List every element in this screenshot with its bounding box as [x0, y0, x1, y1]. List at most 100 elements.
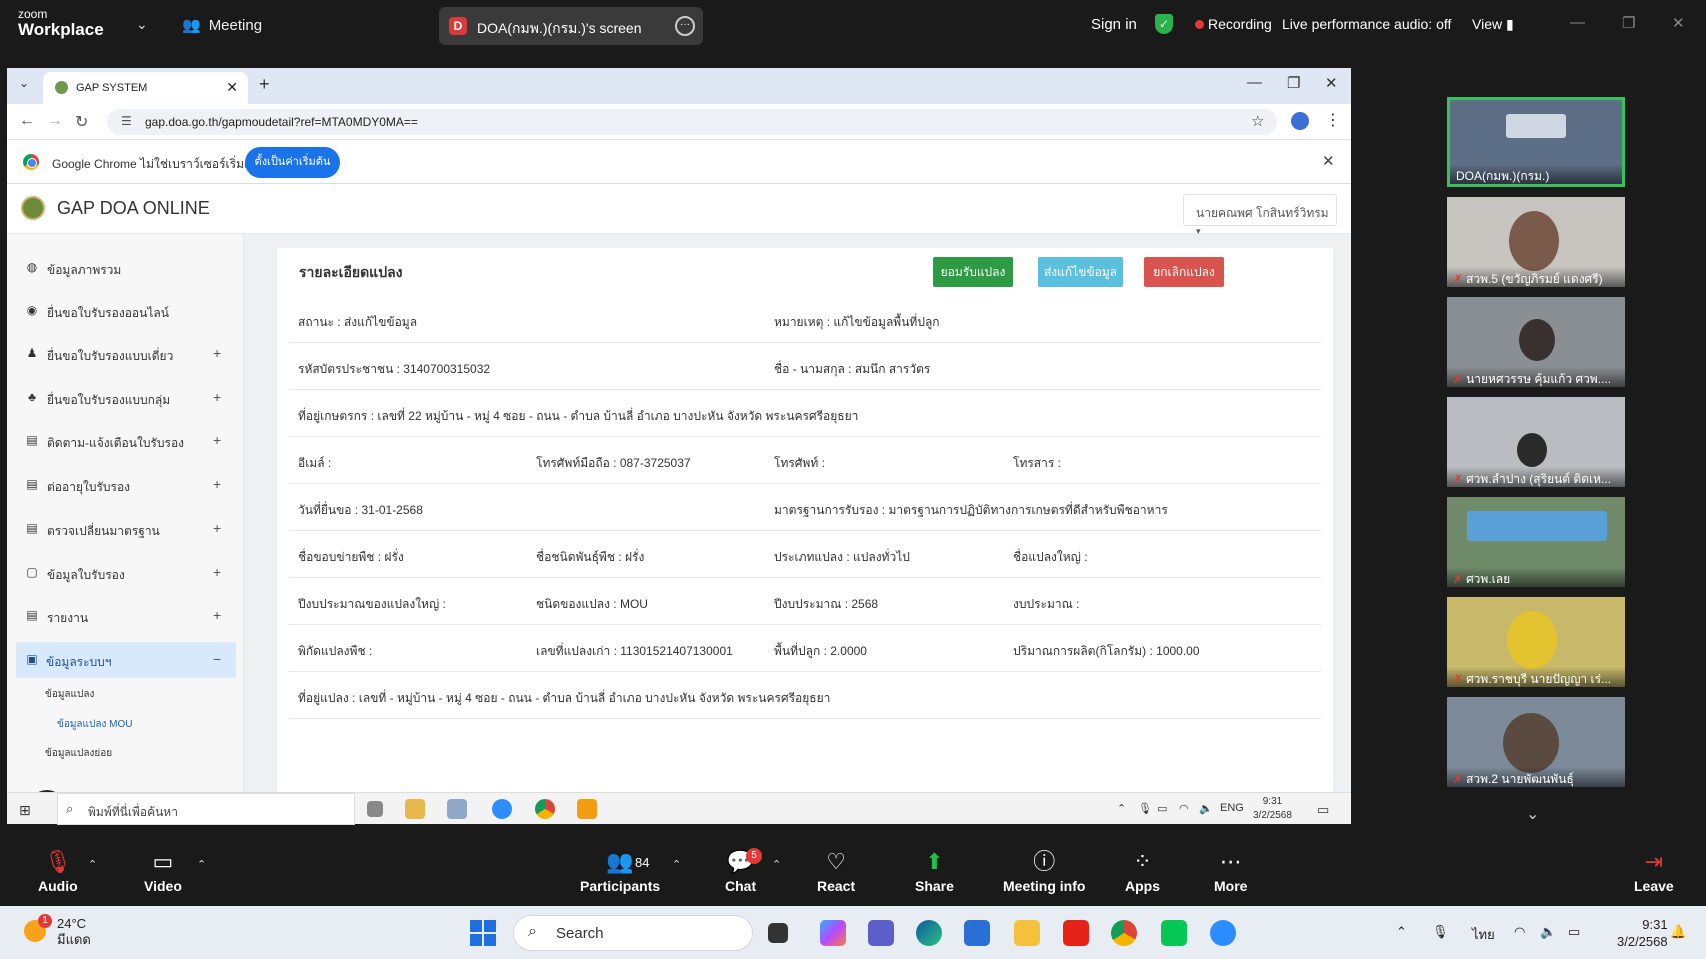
back-icon[interactable]: ← [19, 112, 35, 130]
set-default-button[interactable]: ตั้งเป็นค่าเริ่มต้น [245, 147, 340, 178]
tab-gap-system[interactable]: GAP SYSTEM ✕ [43, 72, 248, 104]
browser-minimize-icon[interactable]: — [1247, 74, 1262, 91]
browser-restore-icon[interactable]: ❐ [1287, 74, 1300, 92]
tab-close-icon[interactable]: ✕ [226, 79, 238, 96]
tray-language[interactable]: ไทย [1472, 924, 1495, 945]
browser-close-icon[interactable]: ✕ [1325, 74, 1338, 92]
sidebar-item-renew[interactable]: ▤ ต่ออายุใบรับรอง + [7, 467, 243, 503]
file-explorer-icon[interactable] [1014, 920, 1040, 946]
minimize-icon[interactable]: — [1570, 14, 1585, 31]
leave-button[interactable]: ⇥ Leave [1634, 848, 1674, 894]
close-icon[interactable]: ✕ [1672, 14, 1685, 32]
accept-plot-button[interactable]: ยอมรับแปลง [933, 257, 1013, 287]
line-icon[interactable] [1161, 920, 1187, 946]
sidebar-item-overview[interactable]: ◍ ข้อมูลภาพรวม [7, 250, 243, 286]
sidebar-item-system-data[interactable]: ▣ ข้อมูลระบบฯ − [16, 642, 236, 678]
chat-options-chevron-icon[interactable]: ⌃ [772, 858, 781, 871]
notepad-icon[interactable] [447, 799, 467, 819]
user-dropdown[interactable]: นายคณพศ โกสินทร์วิทรม ▾ [1183, 194, 1337, 236]
share-button[interactable]: ⬆ Share [915, 848, 954, 894]
participant-tile[interactable]: ✗ สวพ.5 (ขวัญภิรมย์ แดงศรี) [1447, 197, 1625, 287]
store-icon[interactable] [964, 920, 990, 946]
sidebar-sub-plot-mou[interactable]: ข้อมูลแปลง MOU [57, 717, 132, 732]
video-options-chevron-icon[interactable]: ⌃ [197, 858, 206, 871]
sidebar-sub-plot-data[interactable]: ข้อมูลแปลง [45, 687, 94, 702]
tray-volume-icon[interactable]: 🔈 [1540, 924, 1556, 940]
youtube-icon[interactable] [1063, 920, 1089, 946]
security-shield-icon[interactable]: ✓ [1155, 14, 1173, 34]
bookmark-star-icon[interactable]: ☆ [1251, 112, 1264, 130]
task-view-icon[interactable] [768, 923, 788, 943]
notification-bell-icon[interactable]: 🔔 [1670, 924, 1686, 940]
tray-wifi-icon[interactable]: ◠ [1179, 802, 1189, 815]
participant-tile[interactable]: ✗ นายหศวรรษ คุ้มแก้ว ศวพ.... [1447, 297, 1625, 387]
audio-options-chevron-icon[interactable]: ⌃ [88, 858, 97, 871]
sidebar-item-apply-group[interactable]: ♣ ยื่นขอใบรับรองแบบกลุ่ม + [7, 380, 243, 416]
meeting-info-button[interactable]: ⓘ Meeting info [1003, 848, 1085, 894]
taskbar-clock[interactable]: 9:31 3/2/2568 [1617, 916, 1668, 950]
audio-button[interactable]: 🎙 Audio [38, 848, 78, 894]
url-field[interactable]: ☰ gap.doa.go.th/gapmoudetail?ref=MTA0MDY… [107, 109, 1277, 135]
recording-indicator[interactable]: Recording [1195, 16, 1272, 32]
notification-icon[interactable]: ▭ [1317, 802, 1329, 818]
participants-options-chevron-icon[interactable]: ⌃ [672, 858, 681, 871]
teams-icon[interactable] [868, 920, 894, 946]
participant-tile[interactable]: DOA(กมพ.)(กรม.) [1447, 97, 1625, 187]
taskbar-search-box[interactable]: ⌕ Search [513, 915, 753, 951]
sidebar-item-tracking[interactable]: ▤ ติดตาม-แจ้งเตือนใบรับรอง + [7, 423, 243, 459]
profile-avatar-icon[interactable] [1291, 112, 1309, 130]
edge-icon[interactable] [916, 920, 942, 946]
restore-icon[interactable]: ❐ [1622, 14, 1635, 32]
tray-chevron-icon[interactable]: ⌃ [1117, 802, 1126, 815]
participant-tile[interactable]: ✗ ศวพ.ลำปาง (สุริยนต์ ติดเห... [1447, 397, 1625, 487]
forward-icon[interactable]: → [47, 112, 63, 130]
windows-start-icon[interactable]: ⊞ [19, 802, 31, 819]
meeting-menu[interactable]: 👥 Meeting [182, 16, 262, 34]
app-icon[interactable] [577, 799, 597, 819]
more-options-icon[interactable]: ··· [675, 16, 695, 36]
more-button[interactable]: ⋯ More [1214, 848, 1247, 894]
file-explorer-icon[interactable] [405, 799, 425, 819]
tray-mic-icon[interactable]: 🎙 [1138, 802, 1152, 815]
tray-language[interactable]: ENG [1220, 802, 1244, 814]
video-button[interactable]: ▭ Video [144, 848, 182, 894]
infobar-close-icon[interactable]: ✕ [1322, 152, 1335, 170]
tab-search-icon[interactable]: ⌄ [19, 76, 29, 90]
chevron-down-icon[interactable]: ⌄ [136, 16, 148, 33]
tray-battery-icon[interactable]: ▭ [1568, 924, 1580, 940]
tray-battery-icon[interactable]: ▭ [1157, 802, 1167, 815]
participant-tile[interactable]: ✗ สวพ.2 นายพัฒนพันธุ์ [1447, 697, 1625, 787]
reload-icon[interactable]: ↻ [75, 112, 88, 132]
participant-tile[interactable]: ✗ ศวพ.เลย [1447, 497, 1625, 587]
shared-screen-pill[interactable]: D DOA(กมพ.)(กรม.)'s screen ··· [439, 7, 703, 45]
sidebar-sub-subplot[interactable]: ข้อมูลแปลงย่อย [45, 746, 112, 761]
tray-mic-icon[interactable]: 🎙 [1432, 924, 1449, 940]
view-button[interactable]: View ▮ [1472, 16, 1514, 33]
tray-wifi-icon[interactable]: ◠ [1514, 924, 1525, 940]
react-button[interactable]: ♡ React [817, 848, 855, 894]
chevron-down-icon[interactable]: ⌄ [1526, 804, 1539, 824]
tray-chevron-icon[interactable]: ⌃ [1396, 924, 1407, 940]
zoom-workplace-logo[interactable]: zoom Workplace [18, 8, 104, 40]
sidebar-item-reports[interactable]: ▤ รายงาน + [7, 598, 243, 634]
sign-in-link[interactable]: Sign in [1091, 16, 1137, 33]
chrome-icon[interactable] [1111, 920, 1137, 946]
cancel-plot-button[interactable]: ยกเลิกแปลง [1144, 257, 1224, 287]
sidebar-item-certificates[interactable]: ▢ ข้อมูลใบรับรอง + [7, 555, 243, 591]
browser-menu-icon[interactable]: ⋮ [1325, 110, 1341, 130]
live-audio-status[interactable]: Live performance audio: off [1282, 16, 1451, 32]
new-tab-icon[interactable]: + [259, 74, 270, 95]
zoom-app-icon[interactable] [492, 799, 512, 819]
participant-tile[interactable]: ✗ ศวพ.ราชบุรี นายปัญญา เร่... [1447, 597, 1625, 687]
copilot-icon[interactable] [820, 920, 846, 946]
inner-search-box[interactable]: ⌕ พิมพ์ที่นี่เพื่อค้นหา [57, 793, 355, 825]
site-info-icon[interactable]: ☰ [121, 114, 132, 128]
inner-clock[interactable]: 9:31 3/2/2568 [1253, 795, 1292, 823]
windows-start-icon[interactable] [470, 920, 496, 946]
zoom-taskbar-icon[interactable] [1210, 920, 1236, 946]
chrome-app-icon[interactable] [535, 799, 555, 819]
task-view-icon[interactable] [367, 801, 383, 817]
send-edit-button[interactable]: ส่งแก้ไขข้อมูล [1038, 257, 1123, 287]
tray-volume-icon[interactable]: 🔈 [1199, 802, 1213, 815]
sidebar-item-apply-single[interactable]: ♟ ยื่นขอใบรับรองแบบเดี่ยว + [7, 336, 243, 372]
